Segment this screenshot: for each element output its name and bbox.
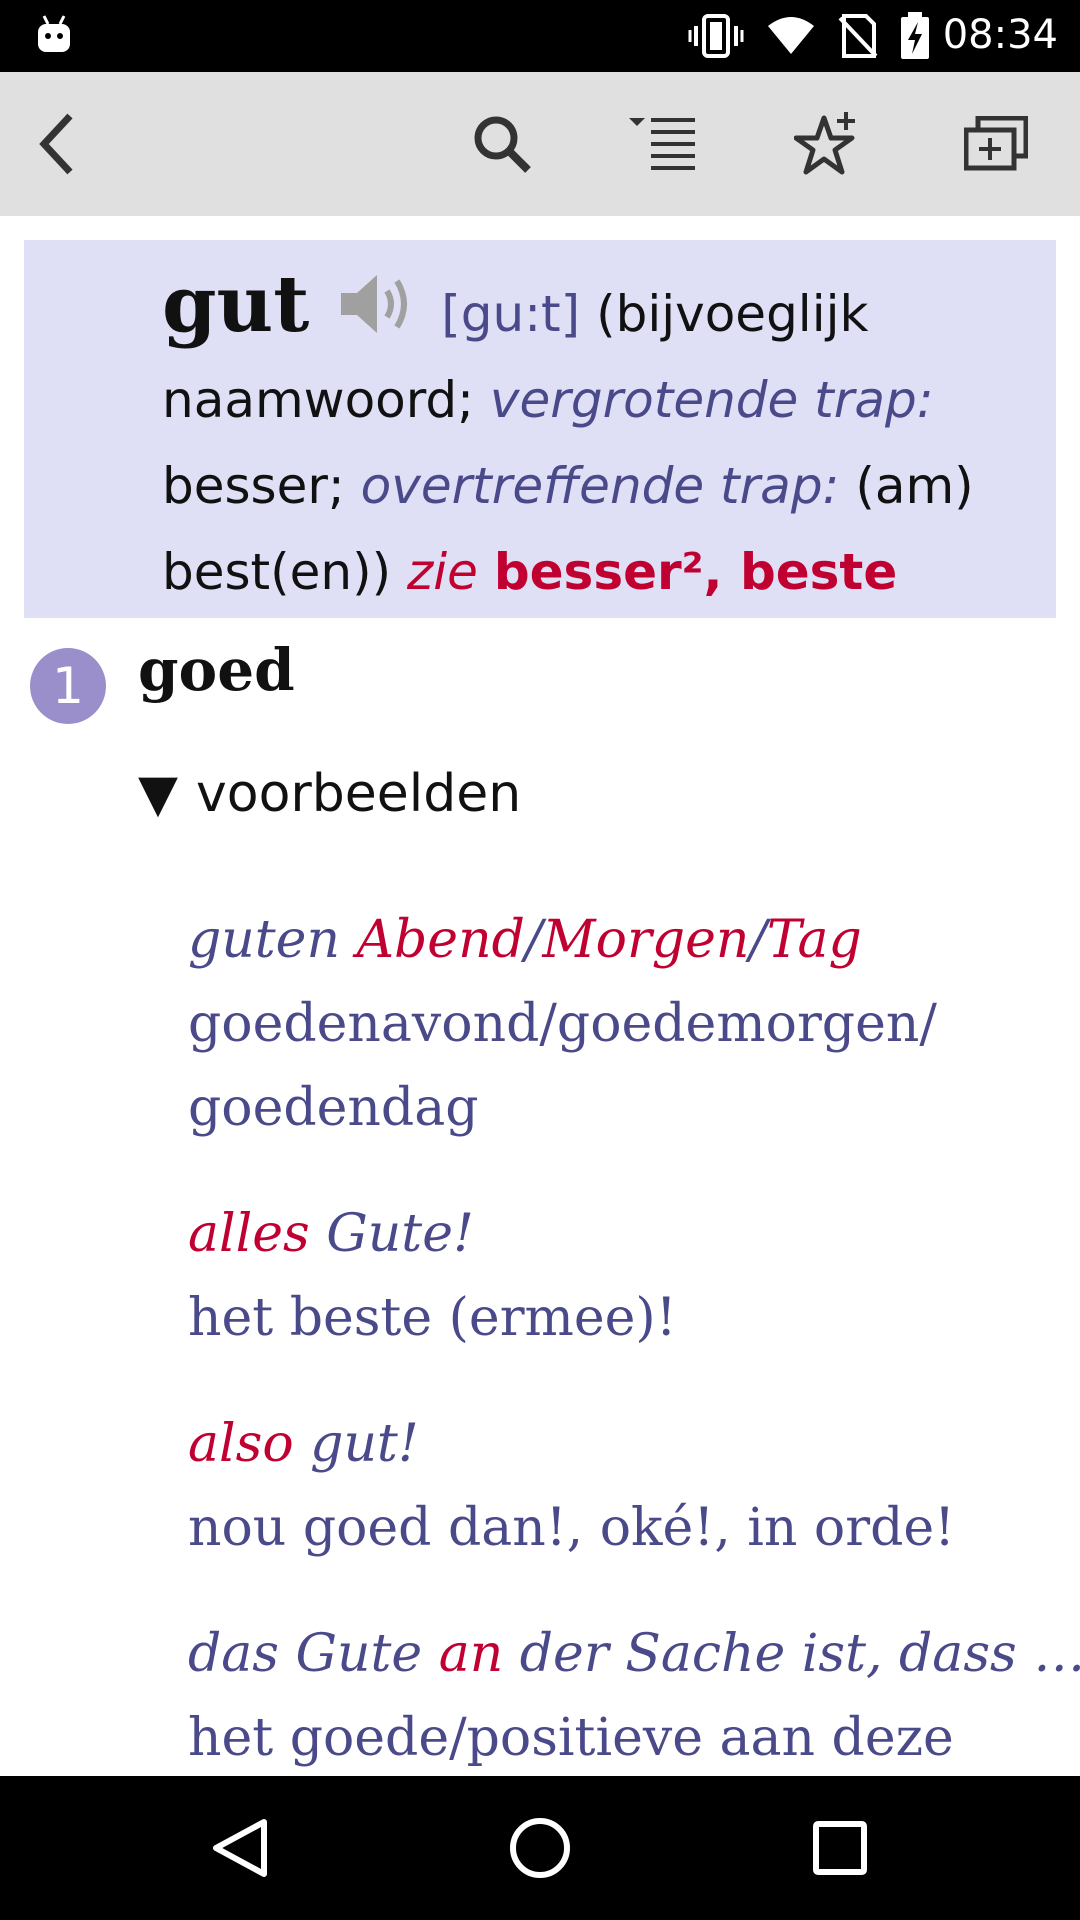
comparative-label: vergrotende trap: — [489, 371, 934, 429]
example-word: Tag — [766, 910, 862, 970]
example-word: der Sache ist, dass … — [503, 1624, 1080, 1684]
example-word: an — [438, 1624, 504, 1684]
example-word: gut! — [293, 1414, 419, 1474]
examples-label: voorbeelden — [196, 764, 522, 824]
vibrate-icon — [688, 14, 744, 58]
example-source: alles Gute! — [188, 1192, 1048, 1276]
clock: 08:34 — [942, 12, 1058, 58]
superlative-label: overtreffende trap: — [360, 457, 840, 515]
status-bar: 08:34 — [0, 0, 1080, 72]
example-word: guten — [188, 910, 357, 970]
example-word: / — [524, 910, 543, 970]
add-favorite-button[interactable] — [792, 108, 864, 180]
headword-box: gut [gu:t] (bijvoeglijk naamwoord; vergr… — [24, 240, 1056, 618]
no-sim-icon — [838, 14, 878, 58]
recents-square-icon[interactable] — [804, 1812, 876, 1884]
favorite-add-icon — [794, 112, 855, 175]
see-label: zie — [407, 543, 478, 601]
example-word: Abend — [356, 910, 525, 970]
example-translation: het goede/positieve aan deze — [188, 1708, 954, 1768]
example-translation: het beste (ermee)! — [188, 1288, 677, 1348]
example-word: / — [749, 910, 767, 970]
list-button[interactable] — [626, 108, 698, 180]
list-icon — [629, 118, 695, 170]
sense-translation: goed — [138, 636, 295, 704]
example-item: guten Abend/Morgen/Tag goedenavond/goede… — [188, 898, 1048, 1150]
battery-charging-icon — [901, 12, 929, 59]
examples-toggle[interactable]: ▼ voorbeelden — [138, 764, 521, 824]
example-item: das Gute an der Sache ist, dass … het go… — [188, 1612, 1080, 1776]
back-icon — [39, 113, 73, 175]
home-circle-icon[interactable] — [504, 1812, 576, 1884]
back-triangle-icon[interactable] — [206, 1812, 278, 1884]
phonetic: [gu:t] — [441, 285, 581, 343]
example-source: guten Abend/Morgen/Tag — [188, 898, 1048, 982]
dictionary-entry[interactable]: gut [gu:t] (bijvoeglijk naamwoord; vergr… — [0, 216, 1080, 1776]
wifi-icon — [768, 17, 814, 54]
comparative: besser; — [162, 457, 345, 515]
example-source: das Gute an der Sache ist, dass … — [188, 1612, 1080, 1696]
new-window-button[interactable] — [960, 108, 1032, 180]
collapse-triangle-icon: ▼ — [138, 764, 178, 824]
search-button[interactable] — [466, 108, 538, 180]
example-translation: nou goed dan!, oké!, in orde! — [188, 1498, 956, 1558]
see-link[interactable]: besser², beste — [494, 543, 897, 601]
example-item: also gut! nou goed dan!, oké!, in orde! — [188, 1402, 1048, 1570]
example-source: also gut! — [188, 1402, 1048, 1486]
navigation-bar — [0, 1776, 1080, 1920]
speaker-icon[interactable] — [337, 269, 417, 339]
headword-line: gut [gu:t] (bijvoeglijk naamwoord; vergr… — [162, 262, 1032, 615]
headword: gut — [162, 259, 310, 350]
example-word: das Gute — [188, 1624, 439, 1684]
toolbar — [0, 72, 1080, 216]
back-button[interactable] — [22, 108, 94, 180]
example-word: Gute! — [309, 1204, 474, 1264]
example-translation: goedenavond/goedemorgen/ goedendag — [188, 994, 937, 1138]
example-item: alles Gute! het beste (ermee)! — [188, 1192, 1048, 1360]
android-icon — [38, 15, 70, 52]
search-icon — [474, 116, 531, 173]
example-word: alles — [188, 1204, 310, 1264]
new-window-icon — [964, 116, 1028, 171]
example-word: Morgen — [542, 910, 750, 970]
sense-number-badge: 1 — [30, 648, 106, 724]
example-word: also — [188, 1414, 294, 1474]
